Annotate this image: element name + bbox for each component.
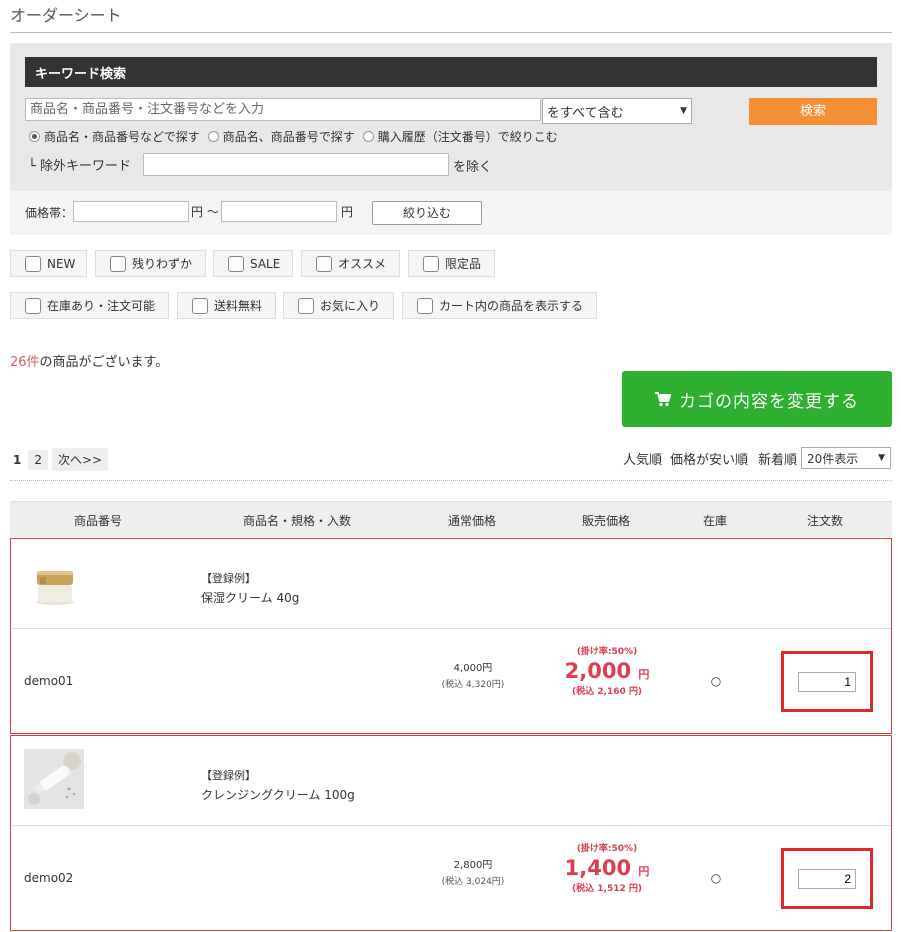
- filter-chip-sale[interactable]: SALE: [213, 250, 293, 277]
- filter-chip-in-cart[interactable]: カート内の商品を表示する: [402, 292, 597, 319]
- match-mode-select[interactable]: をすべて含む ▼: [542, 98, 692, 124]
- sale-price-tax: (税込 2,160 円): [572, 687, 642, 697]
- page-current: 1: [13, 452, 22, 467]
- price-min-unit: 円 〜: [191, 205, 219, 219]
- title-divider: [10, 32, 892, 33]
- exclude-keyword-label: └ 除外キーワード: [28, 159, 131, 174]
- checkbox[interactable]: [298, 297, 314, 314]
- filter-chip-favorites[interactable]: お気に入り: [283, 292, 394, 319]
- update-cart-button[interactable]: カゴの内容を変更する: [622, 371, 892, 427]
- filter-chip-limited[interactable]: 限定品: [408, 250, 495, 277]
- divider: [10, 480, 892, 481]
- checkbox[interactable]: [423, 255, 439, 272]
- page-title: オーダーシート: [10, 6, 122, 25]
- col-product-name: 商品名・規格・入数: [242, 514, 352, 528]
- exclude-keyword-input[interactable]: [143, 153, 449, 176]
- col-quantity: 注文数: [806, 514, 844, 528]
- cart-icon: [655, 391, 671, 406]
- quantity-input[interactable]: [798, 672, 856, 692]
- result-count: 26件の商品がございます。: [10, 351, 168, 370]
- discount-rate: (掛け率:50%): [576, 844, 638, 854]
- sort-newest-link[interactable]: 新着順: [758, 449, 797, 468]
- product-tag: 【登録例】: [201, 572, 256, 585]
- dropdown-arrow-icon: ▼: [680, 106, 687, 116]
- checkbox[interactable]: [228, 255, 244, 272]
- page-next-link[interactable]: 次へ>>: [52, 448, 109, 471]
- sale-price-tax: (税込 1,512 円): [572, 884, 642, 894]
- checkbox[interactable]: [192, 297, 208, 314]
- result-count-suffix: の商品がございます。: [39, 355, 169, 370]
- sale-price-value: 2,000: [564, 659, 632, 683]
- filter-chip-new[interactable]: NEW: [10, 250, 87, 277]
- filter-chip-free-shipping[interactable]: 送料無料: [177, 292, 276, 319]
- row-divider: [11, 628, 891, 629]
- col-list-price: 通常価格: [447, 514, 497, 528]
- quantity-highlight: [781, 651, 873, 712]
- product-name[interactable]: 保湿クリーム 40g: [201, 589, 299, 606]
- price-filter-button[interactable]: 絞り込む: [372, 201, 482, 225]
- checkbox[interactable]: [110, 255, 126, 272]
- update-cart-label: カゴの内容を変更する: [679, 391, 859, 412]
- per-page-select[interactable]: 20件表示 ▼: [801, 447, 891, 469]
- radio-label-order-history: 購入履歴（注文番号）で絞りこむ: [377, 130, 558, 144]
- radio-label-name-code: 商品名・商品番号などで探す: [44, 130, 200, 144]
- col-product-code: 商品番号: [73, 514, 123, 528]
- quantity-highlight: [781, 848, 873, 909]
- row-divider: [11, 825, 891, 826]
- checkbox[interactable]: [316, 255, 332, 272]
- sort-options: 人気順 価格が安い順 新着順 20件表示 ▼: [623, 447, 891, 469]
- filter-chip-recommended[interactable]: オススメ: [301, 250, 400, 277]
- filter-chip-few-left[interactable]: 残りわずか: [95, 250, 206, 277]
- price-max-unit: 円: [341, 205, 354, 219]
- per-page-value: 20件表示: [807, 451, 859, 466]
- search-header: キーワード検索: [25, 57, 877, 87]
- discount-rate: (掛け率:50%): [576, 647, 638, 657]
- checkbox[interactable]: [25, 297, 41, 314]
- match-mode-value: をすべて含む: [547, 105, 624, 121]
- quantity-input[interactable]: [798, 869, 856, 889]
- radio-order-history[interactable]: [362, 131, 374, 142]
- list-price: 2,800円 (税込 3,024円): [441, 860, 505, 887]
- keyword-input[interactable]: [25, 98, 541, 121]
- sale-price: (掛け率:50%) 2,000 円 (税込 2,160 円): [565, 644, 650, 697]
- product-row: 【登録例】 保湿クリーム 40g demo01 4,000円 (税込 4,320…: [10, 538, 892, 734]
- checkbox[interactable]: [417, 297, 433, 314]
- product-code: demo01: [24, 674, 74, 688]
- radio-label-name-only: 商品名、商品番号で探す: [222, 130, 355, 144]
- stock-status: ○: [710, 871, 722, 885]
- stock-status: ○: [710, 674, 722, 688]
- pagination: 1 2 次へ>>: [10, 448, 109, 471]
- col-stock: 在庫: [702, 514, 728, 528]
- search-button[interactable]: 検索: [749, 98, 877, 125]
- table-header: 商品番号 商品名・規格・入数 通常価格 販売価格 在庫 注文数: [10, 501, 892, 537]
- filter-chip-in-stock[interactable]: 在庫あり・注文可能: [10, 292, 169, 319]
- checkbox[interactable]: [25, 255, 41, 272]
- price-range-label: 価格帯：: [25, 206, 74, 220]
- product-row: 【登録例】 クレンジングクリーム 100g demo02 2,800円 (税込 …: [10, 735, 892, 931]
- radio-name-code[interactable]: [29, 131, 40, 142]
- product-tag: 【登録例】: [201, 769, 256, 782]
- price-min-input[interactable]: [73, 201, 189, 222]
- result-count-number: 26件: [10, 355, 40, 370]
- exclude-keyword-suffix: を除く: [453, 160, 493, 175]
- sale-price-value: 1,400: [564, 856, 632, 880]
- radio-name-only[interactable]: [207, 131, 219, 142]
- product-code: demo02: [24, 871, 74, 885]
- product-image-cleansing-tube: [24, 749, 84, 809]
- product-image-cream-jar: [26, 554, 84, 612]
- dropdown-arrow-icon: ▼: [878, 453, 885, 463]
- search-scope-radios: 商品名・商品番号などで探す 商品名、商品番号で探す 購入履歴（注文番号）で絞りこ…: [29, 128, 558, 145]
- page-link-2[interactable]: 2: [28, 449, 48, 470]
- price-max-input[interactable]: [221, 201, 337, 222]
- product-name[interactable]: クレンジングクリーム 100g: [201, 786, 355, 803]
- col-sale-price: 販売価格: [581, 514, 631, 528]
- sort-popular-link[interactable]: 人気順: [623, 449, 662, 468]
- sort-cheap-link[interactable]: 価格が安い順: [670, 449, 748, 468]
- list-price: 4,000円 (税込 4,320円): [441, 663, 505, 690]
- sale-price: (掛け率:50%) 1,400 円 (税込 1,512 円): [565, 841, 650, 894]
